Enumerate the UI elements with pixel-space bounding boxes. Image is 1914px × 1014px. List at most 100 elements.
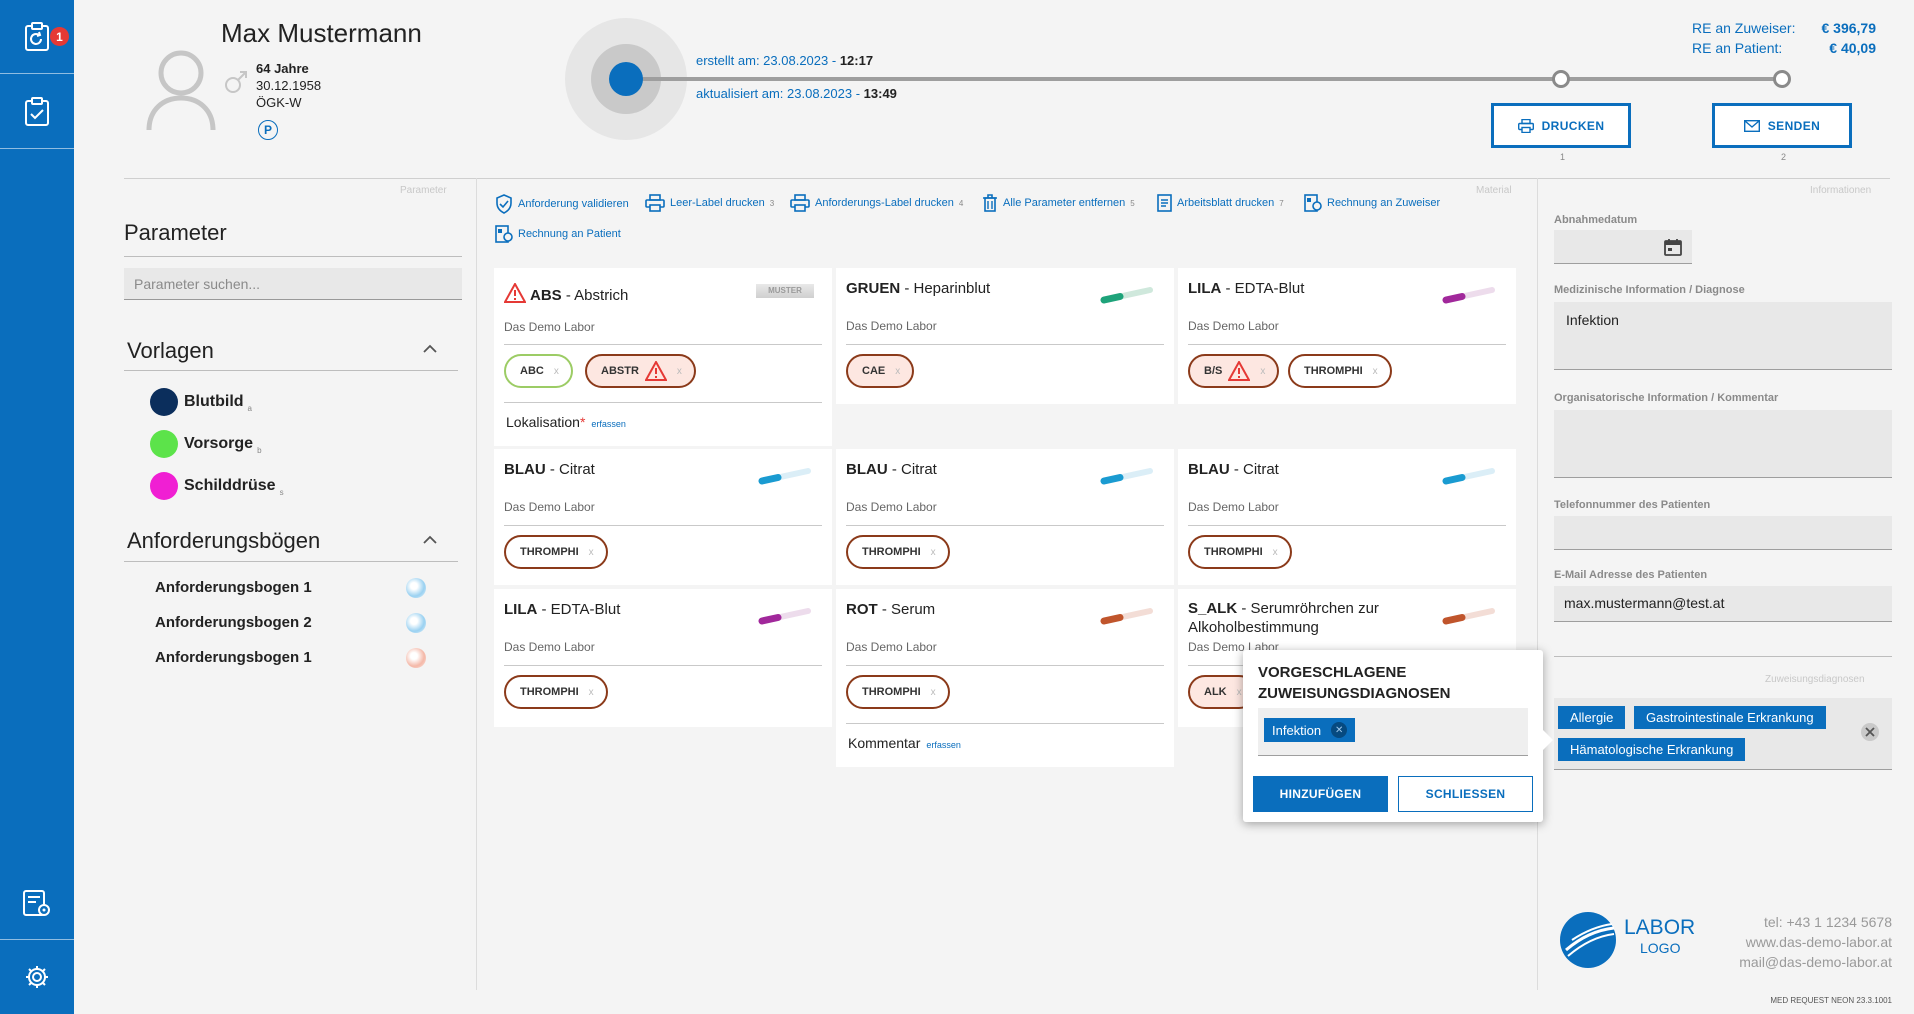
lab-email[interactable]: mail@das-demo-labor.at <box>1739 952 1892 972</box>
chip-remove-icon[interactable]: x <box>931 687 936 698</box>
med-info-field[interactable]: Infektion <box>1554 302 1892 370</box>
param-chip[interactable]: B/S x <box>1188 354 1280 388</box>
toolbar-shortcut: 7 <box>1279 198 1284 208</box>
form-item[interactable]: Anforderungsbogen 2 <box>155 614 312 631</box>
material-card-lila[interactable]: LILA - EDTA-Blut Das Demo Labor B/S x TH… <box>1178 268 1516 404</box>
forms-title-line <box>124 561 458 562</box>
toolbar-label: Anforderung validieren <box>518 198 629 210</box>
form-item[interactable]: Anforderungsbogen 1 <box>155 579 312 596</box>
forms-collapse-icon[interactable] <box>422 535 438 545</box>
lab-website[interactable]: www.das-demo-labor.at <box>1739 932 1892 952</box>
toolbar-validate[interactable]: Anforderung validieren <box>495 194 629 214</box>
chip-remove-icon[interactable]: x <box>1237 687 1242 698</box>
warning-icon <box>1228 361 1251 381</box>
dialog-diagnosis-chip[interactable]: Infektion ✕ <box>1264 718 1356 742</box>
form-item[interactable]: Anforderungsbogen 1 <box>155 649 312 666</box>
chip-remove-icon[interactable]: x <box>554 366 559 377</box>
toolbar-invoice-zuweiser[interactable]: Rechnung an Zuweiser <box>1304 194 1440 212</box>
param-chip[interactable]: THROMPHI x <box>504 535 608 569</box>
sidebar-checklist-button[interactable] <box>0 75 74 149</box>
chip-remove-icon[interactable]: ✕ <box>1331 722 1348 738</box>
org-info-field[interactable] <box>1554 410 1892 478</box>
param-chip[interactable]: ABSTR x <box>585 354 696 388</box>
param-chip[interactable]: THROMPHI x <box>1288 354 1392 388</box>
lab-phone: tel: +43 1 1234 5678 <box>1763 914 1892 930</box>
toolbar-print-worksheet[interactable]: Arbeitsblatt drucken 7 <box>1157 194 1284 212</box>
card-title: ABS - Abstrich <box>503 281 628 304</box>
print-button-label: DRUCKEN <box>1541 118 1605 133</box>
card-divider <box>846 723 1164 724</box>
material-card-abs[interactable]: ABS - Abstrich MUSTER Das Demo Labor ABC… <box>494 268 832 446</box>
progress-line <box>640 77 1782 81</box>
card-divider <box>846 344 1164 345</box>
chip-remove-icon[interactable]: x <box>677 366 682 377</box>
template-label: Vorsorge <box>184 435 254 452</box>
send-button[interactable]: SENDEN <box>1712 103 1852 148</box>
card-divider <box>1188 525 1506 526</box>
phone-field[interactable] <box>1554 516 1892 550</box>
lokalisation-link[interactable]: erfassen <box>591 419 626 429</box>
toolbar-shortcut: 5 <box>1130 198 1135 208</box>
abnahme-date-field[interactable] <box>1554 230 1692 264</box>
chip-remove-icon[interactable]: x <box>1373 366 1378 377</box>
param-chip[interactable]: THROMPHI x <box>846 535 950 569</box>
param-chip[interactable]: CAE x <box>846 354 915 388</box>
sidebar-settings-button[interactable] <box>0 940 74 1014</box>
toolbar-invoice-patient[interactable]: Rechnung an Patient <box>495 225 621 243</box>
material-card-blau[interactable]: BLAU - Citrat Das Demo Labor THROMPHI x <box>836 449 1174 585</box>
patient-dob: 30.12.1958 <box>256 78 322 93</box>
close-button[interactable]: SCHLIESSEN <box>1398 776 1533 812</box>
template-blutbild[interactable]: Blutbild a <box>150 388 252 416</box>
add-button[interactable]: HINZUFÜGEN <box>1253 776 1388 812</box>
version-label: MED REQUEST NEON 23.3.1001 <box>1770 996 1892 1005</box>
sidebar-requests-button[interactable]: 1 <box>0 0 74 74</box>
clear-icon[interactable] <box>1860 722 1880 742</box>
email-field[interactable]: max.mustermann@test.at <box>1554 586 1892 622</box>
invoice-icon <box>495 225 513 243</box>
kommentar-link[interactable]: erfassen <box>926 740 961 750</box>
toolbar-remove-all[interactable]: Alle Parameter entfernen 5 <box>982 194 1135 212</box>
material-card-gruen[interactable]: GRUEN - Heparinblut Das Demo Labor CAE x <box>836 268 1174 404</box>
material-card-blau[interactable]: BLAU - Citrat Das Demo Labor THROMPHI x <box>1178 449 1516 585</box>
card-lab: Das Demo Labor <box>1188 319 1279 333</box>
gear-icon <box>26 966 48 988</box>
chip-remove-icon[interactable]: x <box>1260 366 1265 377</box>
param-chip[interactable]: THROMPHI x <box>1188 535 1292 569</box>
material-card-lila[interactable]: LILA - EDTA-Blut Das Demo Labor THROMPHI… <box>494 589 832 727</box>
material-card-rot[interactable]: ROT - Serum Das Demo Labor THROMPHI x Kom… <box>836 589 1174 767</box>
card-divider <box>504 525 822 526</box>
document-settings-icon <box>23 889 50 916</box>
form-tube-icon <box>406 578 426 598</box>
lokalisation-field[interactable]: Lokalisation* erfassen <box>506 414 626 430</box>
diagnosis-chip[interactable]: Allergie <box>1558 706 1626 729</box>
toolbar-label: Leer-Label drucken <box>670 197 765 209</box>
dialog-diagnosis-input[interactable]: Infektion ✕ <box>1258 708 1528 756</box>
toolbar-print-request-label[interactable]: Anforderungs-Label drucken 4 <box>790 194 963 212</box>
diagnosis-chip[interactable]: Hämatologische Erkrankung <box>1558 738 1746 761</box>
param-chip[interactable]: ABC x <box>504 354 573 388</box>
tube-blue-icon <box>1100 468 1153 485</box>
diagnoses-field[interactable]: Allergie Gastrointestinale Erkrankung Hä… <box>1554 698 1892 770</box>
toolbar-print-empty-label[interactable]: Leer-Label drucken 3 <box>645 194 774 212</box>
chip-remove-icon[interactable]: x <box>1273 547 1278 558</box>
chip-remove-icon[interactable]: x <box>931 547 936 558</box>
printer-icon <box>1517 118 1534 133</box>
chip-remove-icon[interactable]: x <box>895 366 900 377</box>
parameter-search-input[interactable] <box>124 268 462 300</box>
template-vorsorge[interactable]: Vorsorge b <box>150 430 262 458</box>
chip-remove-icon[interactable]: x <box>589 547 594 558</box>
template-label: Schilddrüse <box>184 477 276 494</box>
calendar-icon[interactable] <box>1664 238 1682 256</box>
kommentar-field[interactable]: Kommentar erfassen <box>848 735 961 751</box>
diagnosis-chip[interactable]: Gastrointestinale Erkrankung <box>1634 706 1826 729</box>
invoice-icon <box>1304 194 1322 212</box>
param-chip[interactable]: THROMPHI x <box>504 675 608 709</box>
sidebar-document-settings-button[interactable] <box>0 866 74 940</box>
param-chip[interactable]: THROMPHI x <box>846 675 950 709</box>
material-card-blau[interactable]: BLAU - Citrat Das Demo Labor THROMPHI x <box>494 449 832 585</box>
chip-remove-icon[interactable]: x <box>589 687 594 698</box>
template-schilddruese[interactable]: Schilddrüse s <box>150 472 284 500</box>
templates-collapse-icon[interactable] <box>422 344 438 354</box>
print-button[interactable]: DRUCKEN <box>1491 103 1631 148</box>
card-lab: Das Demo Labor <box>1188 500 1279 514</box>
